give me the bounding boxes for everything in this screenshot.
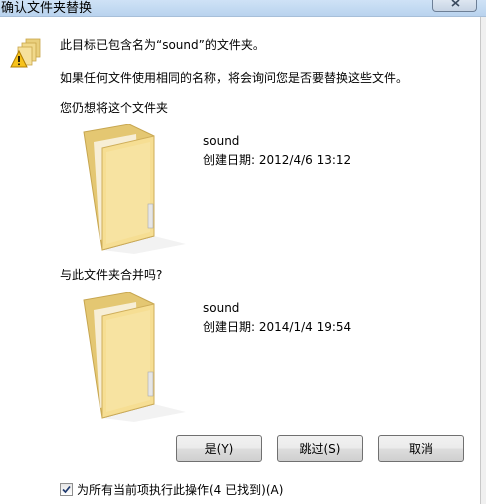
- close-button[interactable]: [432, 0, 477, 12]
- folder-icon: [83, 124, 186, 254]
- incoming-folder-name: sound: [203, 301, 240, 315]
- close-icon: [451, 0, 460, 7]
- folder-icon: [83, 292, 186, 422]
- skip-button[interactable]: 跳过(S): [277, 435, 363, 462]
- message-line-1: 此目标已包含名为“sound”的文件夹。: [60, 38, 265, 52]
- dialog-body: [0, 17, 481, 504]
- apply-all-label[interactable]: 为所有当前项执行此操作(4 已找到)(A): [77, 481, 283, 498]
- existing-folder-date: 创建日期: 2012/4/6 13:12: [203, 153, 352, 167]
- yes-button[interactable]: 是(Y): [176, 435, 262, 462]
- checkmark-icon: [62, 485, 71, 494]
- merge-prompt: 与此文件夹合并吗?: [60, 268, 163, 282]
- warning-icon: [10, 38, 41, 68]
- incoming-folder-date: 创建日期: 2014/1/4 19:54: [203, 320, 352, 334]
- cancel-button[interactable]: 取消: [378, 435, 464, 462]
- apply-all-checkbox[interactable]: [60, 483, 73, 496]
- existing-folder-name: sound: [203, 134, 240, 148]
- keep-prompt: 您仍想将这个文件夹: [60, 101, 169, 115]
- window-title: 确认文件夹替换: [1, 1, 93, 16]
- title-bar: 确认文件夹替换: [0, 0, 486, 17]
- message-line-2: 如果任何文件使用相同的名称，将会询问您是否要替换这些文件。: [60, 71, 409, 85]
